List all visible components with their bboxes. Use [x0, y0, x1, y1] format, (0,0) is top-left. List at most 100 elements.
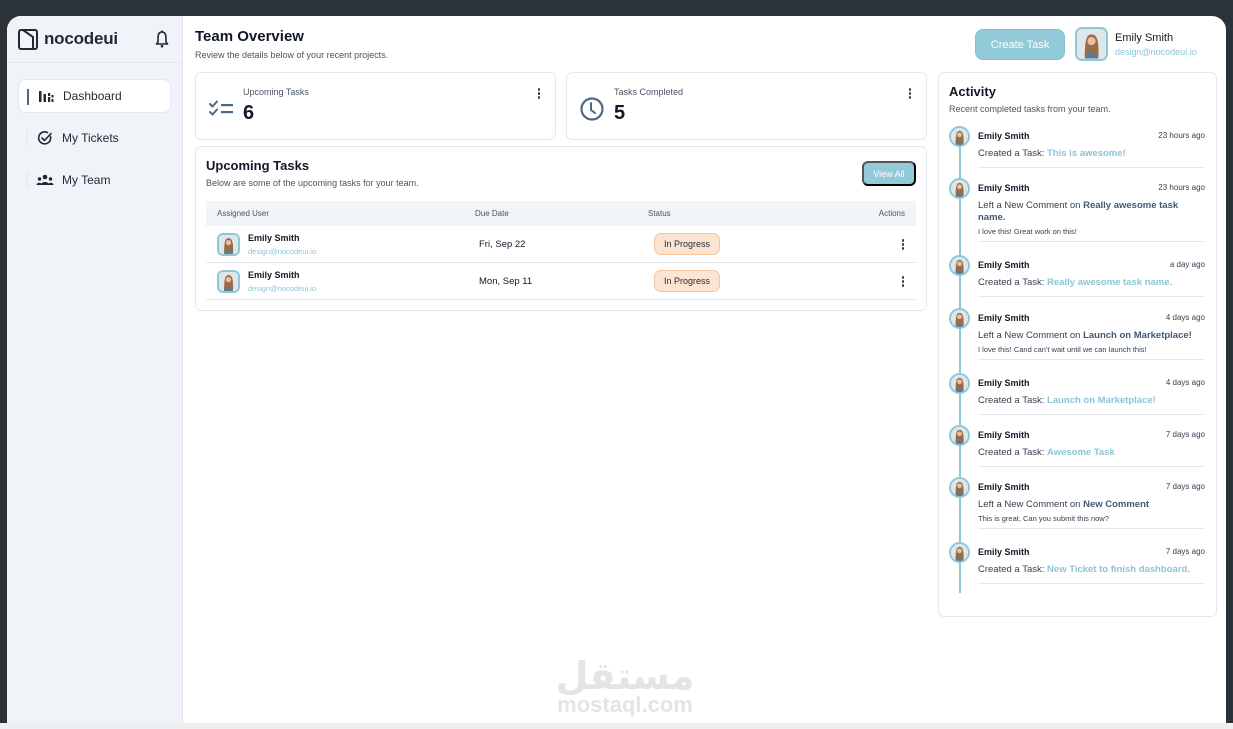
- activity-prefix: Created a Task:: [978, 447, 1048, 458]
- activity-prefix: Left a New Comment on: [978, 200, 1084, 211]
- activity-text: Left a New Comment on Launch on Marketpl…: [978, 330, 1196, 342]
- activity-text: Created a Task: Really awesome task name…: [978, 277, 1196, 289]
- users-icon: [36, 172, 54, 188]
- book-logo-icon: [18, 28, 38, 50]
- column-header: Due Date: [475, 209, 509, 218]
- clock-icon: [580, 97, 604, 121]
- view-all-button[interactable]: View All: [862, 161, 916, 186]
- watermark-latin: mostaql.com: [557, 692, 693, 717]
- checklist-icon: [209, 100, 233, 116]
- activity-user-name: Emily Smith: [978, 260, 1030, 270]
- activity-target-link[interactable]: Awesome Task: [1047, 447, 1115, 458]
- avatar: [1075, 27, 1108, 61]
- activity-target-link[interactable]: Launch on Marketplace!: [1047, 395, 1156, 406]
- due-date: Mon, Sep 11: [479, 276, 533, 287]
- avatar: [949, 425, 970, 446]
- divider: [978, 583, 1205, 584]
- activity-time: 7 days ago: [1165, 547, 1205, 556]
- user-email: design@nocodeui.io: [1115, 46, 1197, 57]
- activity-user-name: Emily Smith: [978, 313, 1030, 323]
- section-subtitle: Below are some of the upcoming tasks for…: [206, 178, 419, 188]
- table-row[interactable]: Emily Smith design@nocodeui.io Fri, Sep …: [206, 226, 916, 263]
- divider: [978, 528, 1205, 529]
- user-email: design@nocodeui.io: [248, 247, 317, 256]
- activity-user-name: Emily Smith: [978, 183, 1030, 193]
- avatar: [217, 270, 240, 293]
- activity-prefix: Created a Task:: [978, 148, 1048, 159]
- status-badge: In Progress: [654, 270, 720, 292]
- user-profile[interactable]: Emily Smith design@nocodeui.io: [1075, 27, 1197, 61]
- activity-time: 4 days ago: [1165, 313, 1205, 322]
- user-name: Emily Smith: [248, 270, 300, 280]
- stat-value: 5: [614, 102, 626, 124]
- sidebar-item-my-team[interactable]: My Team: [18, 163, 171, 197]
- status-badge: In Progress: [654, 233, 720, 255]
- activity-time: 4 days ago: [1165, 378, 1205, 387]
- activity-prefix: Created a Task:: [978, 277, 1048, 288]
- section-subtitle: Recent completed tasks from your team.: [949, 104, 1111, 114]
- sidebar: nocodeui Dashboard My Tickets My Team: [7, 16, 183, 723]
- bottom-strip: [0, 723, 1233, 729]
- avatar: [949, 126, 970, 147]
- upcoming-tasks-card: Upcoming Tasks Below are some of the upc…: [195, 146, 927, 311]
- more-options-icon[interactable]: [908, 88, 912, 99]
- activity-time: a day ago: [1169, 260, 1205, 269]
- app-window: nocodeui Dashboard My Tickets My Team Te…: [7, 16, 1226, 723]
- table-row[interactable]: Emily Smith design@nocodeui.io Mon, Sep …: [206, 263, 916, 300]
- column-header: Actions: [878, 209, 905, 218]
- due-date: Fri, Sep 22: [479, 239, 526, 250]
- sidebar-item-label: My Team: [62, 173, 111, 187]
- stat-label: Upcoming Tasks: [243, 87, 309, 97]
- column-header: Assigned User: [217, 209, 270, 218]
- activity-note: I love this! Cand can't wait until we ca…: [978, 345, 1147, 354]
- activity-note: I love this! Great work on this!: [978, 227, 1077, 236]
- avatar: [949, 255, 970, 276]
- watermark-arabic: مستقل: [555, 654, 695, 698]
- timeline-line: [959, 133, 961, 593]
- sidebar-nav: Dashboard My Tickets My Team: [7, 63, 182, 197]
- activity-note: This is great, Can you submit this now?: [978, 514, 1109, 523]
- bell-icon[interactable]: [155, 30, 169, 48]
- activity-text: Created a Task: Awesome Task: [978, 447, 1196, 459]
- page-title: Team Overview: [195, 28, 304, 45]
- section-title: Upcoming Tasks: [206, 158, 310, 173]
- divider: [978, 167, 1205, 168]
- avatar: [949, 373, 970, 394]
- row-actions-icon[interactable]: [901, 276, 905, 287]
- activity-target-link[interactable]: Really awesome task name.: [1047, 277, 1172, 288]
- brand-name: nocodeui: [44, 29, 118, 48]
- activity-time: 23 hours ago: [1158, 131, 1205, 140]
- activity-card: Activity Recent completed tasks from you…: [938, 72, 1217, 617]
- sidebar-item-dashboard[interactable]: Dashboard: [18, 79, 171, 113]
- divider: [978, 241, 1205, 242]
- column-header: Status: [648, 209, 671, 218]
- indicator: [26, 130, 28, 146]
- divider: [978, 296, 1205, 297]
- activity-prefix: Created a Task:: [978, 395, 1048, 406]
- stat-label: Tasks Completed: [614, 87, 684, 97]
- create-task-button[interactable]: Create Task: [975, 29, 1065, 60]
- row-actions-icon[interactable]: [901, 239, 905, 250]
- activity-prefix: Left a New Comment on: [978, 499, 1084, 510]
- sidebar-item-my-tickets[interactable]: My Tickets: [18, 121, 171, 155]
- divider: [978, 414, 1205, 415]
- user-name: Emily Smith: [248, 233, 300, 243]
- sidebar-item-label: My Tickets: [62, 131, 119, 145]
- stat-card-completed: Tasks Completed 5: [566, 72, 927, 140]
- divider: [978, 359, 1205, 360]
- activity-text: Created a Task: Launch on Marketplace!: [978, 395, 1196, 407]
- activity-user-name: Emily Smith: [978, 131, 1030, 141]
- activity-target-link[interactable]: Launch on Marketplace!: [1083, 330, 1192, 341]
- avatar: [949, 477, 970, 498]
- activity-text: Created a Task: This is awesome!: [978, 148, 1196, 160]
- activity-user-name: Emily Smith: [978, 547, 1030, 557]
- activity-target-link[interactable]: This is awesome!: [1047, 148, 1126, 159]
- activity-user-name: Emily Smith: [978, 430, 1030, 440]
- activity-text: Left a New Comment on Really awesome tas…: [978, 200, 1196, 224]
- avatar: [217, 233, 240, 256]
- check-circle-icon: [36, 130, 54, 146]
- activity-target-link[interactable]: New Comment: [1083, 499, 1149, 510]
- more-options-icon[interactable]: [537, 88, 541, 99]
- activity-target-link[interactable]: New Ticket to finish dashboard.: [1047, 564, 1190, 575]
- activity-time: 7 days ago: [1165, 430, 1205, 439]
